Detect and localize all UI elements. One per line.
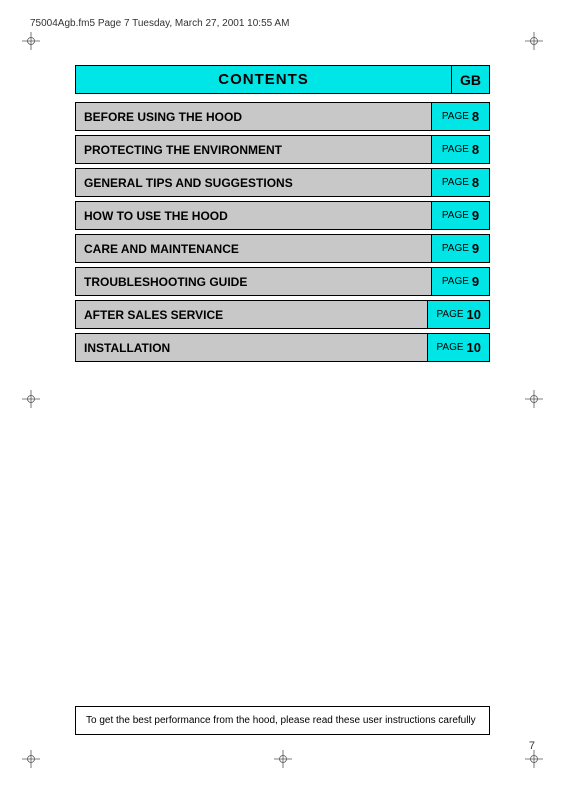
toc-row: PROTECTING THE ENVIRONMENTPAGE8: [75, 135, 490, 164]
toc-page: PAGE 10: [427, 334, 489, 361]
page-word: PAGE: [436, 309, 463, 320]
toc-row: AFTER SALES SERVICE PAGE 10: [75, 300, 490, 329]
toc-row: GENERAL TIPS AND SUGGESTIONSPAGE8: [75, 168, 490, 197]
toc-page: PAGE9: [431, 235, 489, 262]
page-num: 10: [467, 307, 481, 322]
page-num: 10: [467, 340, 481, 355]
page-num: 8: [472, 109, 479, 124]
contents-gb-label: GB: [451, 66, 489, 93]
main-content: CONTENTS GB BEFORE USING THE HOODPAGE8PR…: [75, 65, 490, 366]
page-num: 8: [472, 142, 479, 157]
page-word: PAGE: [442, 276, 469, 287]
page-word: PAGE: [442, 177, 469, 188]
page-word: PAGE: [442, 243, 469, 254]
toc-label: PROTECTING THE ENVIRONMENT: [76, 136, 431, 163]
page-word: PAGE: [442, 144, 469, 155]
toc-row: TROUBLESHOOTING GUIDEPAGE9: [75, 267, 490, 296]
page: 75004Agb.fm5 Page 7 Tuesday, March 27, 2…: [0, 0, 565, 800]
toc-container: BEFORE USING THE HOODPAGE8PROTECTING THE…: [75, 102, 490, 362]
crosshair-top-right: [525, 32, 543, 50]
toc-label: GENERAL TIPS AND SUGGESTIONS: [76, 169, 431, 196]
toc-page: PAGE9: [431, 202, 489, 229]
toc-page: PAGE8: [431, 136, 489, 163]
page-num: 9: [472, 274, 479, 289]
toc-page: PAGE 10: [427, 301, 489, 328]
page-num: 8: [472, 175, 479, 190]
page-word: PAGE: [436, 342, 463, 353]
crosshair-bot-center: [274, 750, 292, 768]
contents-title: CONTENTS: [76, 66, 451, 93]
bottom-note: To get the best performance from the hoo…: [75, 706, 490, 735]
toc-label: INSTALLATION: [76, 334, 427, 361]
toc-row: INSTALLATION PAGE 10: [75, 333, 490, 362]
contents-header: CONTENTS GB: [75, 65, 490, 94]
page-word: PAGE: [442, 210, 469, 221]
toc-label: TROUBLESHOOTING GUIDE: [76, 268, 431, 295]
page-word: PAGE: [442, 111, 469, 122]
toc-label: CARE AND MAINTENANCE: [76, 235, 431, 262]
toc-row: HOW TO USE THE HOODPAGE9: [75, 201, 490, 230]
toc-label: BEFORE USING THE HOOD: [76, 103, 431, 130]
page-num: 9: [472, 241, 479, 256]
crosshair-mid-left: [22, 390, 40, 408]
crosshair-bot-left: [22, 750, 40, 768]
toc-page: PAGE9: [431, 268, 489, 295]
crosshair-mid-right: [525, 390, 543, 408]
toc-label: HOW TO USE THE HOOD: [76, 202, 431, 229]
toc-row: CARE AND MAINTENANCEPAGE9: [75, 234, 490, 263]
toc-label: AFTER SALES SERVICE: [76, 301, 427, 328]
crosshair-top-left: [22, 32, 40, 50]
page-num: 9: [472, 208, 479, 223]
toc-page: PAGE8: [431, 103, 489, 130]
header-filename: 75004Agb.fm5 Page 7 Tuesday, March 27, 2…: [30, 18, 289, 29]
header-bar: 75004Agb.fm5 Page 7 Tuesday, March 27, 2…: [30, 18, 535, 29]
page-number: 7: [529, 740, 535, 752]
toc-page: PAGE8: [431, 169, 489, 196]
toc-row: BEFORE USING THE HOODPAGE8: [75, 102, 490, 131]
crosshair-bot-right: [525, 750, 543, 768]
